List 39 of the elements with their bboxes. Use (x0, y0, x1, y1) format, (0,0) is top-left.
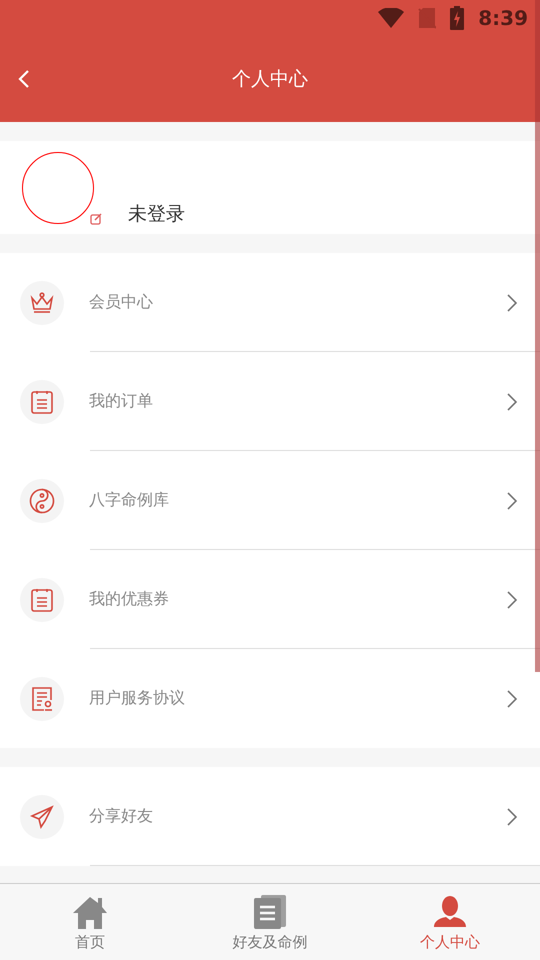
tab[interactable]: 好友及命例 (180, 884, 360, 960)
wifi-icon (378, 8, 404, 28)
status-time: 8:39 (478, 6, 528, 30)
chevron-right-icon (506, 690, 518, 708)
menu-item[interactable]: 我的订单 (0, 352, 540, 451)
menu-label: 会员中心 (89, 292, 154, 313)
menu-label: 我的优惠券 (89, 589, 170, 610)
avatar[interactable] (22, 152, 94, 224)
chevron-right-icon (506, 392, 518, 410)
chevron-right-icon (506, 492, 518, 510)
certificate-icon (30, 686, 54, 712)
document-icon (252, 895, 288, 929)
clipboard-icon (30, 388, 54, 414)
battery-icon (450, 6, 464, 30)
person-icon (432, 895, 468, 929)
menu-label: 用户服务协议 (89, 688, 186, 709)
user-name: 未登录 (128, 202, 185, 227)
back-icon (18, 69, 30, 89)
no-sim-icon (418, 7, 436, 29)
menu-label: 我的订单 (89, 391, 154, 412)
chevron-right-icon (506, 590, 518, 608)
menu-item[interactable]: 我的优惠券 (0, 550, 540, 649)
yin-yang-icon (29, 488, 55, 514)
menu-item[interactable]: 用户服务协议 (0, 649, 540, 748)
crown-icon (30, 292, 54, 314)
clipboard-icon (30, 586, 54, 612)
tab[interactable]: 个人中心 (360, 884, 540, 960)
menu-label: 分享好友 (89, 806, 154, 827)
menu-label: 八字命例库 (89, 490, 170, 511)
page-title: 个人中心 (232, 67, 308, 92)
menu-item[interactable]: 八字命例库 (0, 451, 540, 550)
paper-plane-icon (30, 804, 54, 828)
menu-item[interactable]: 会员中心 (0, 253, 540, 352)
tab[interactable]: 首页 (0, 884, 180, 960)
home-icon (72, 895, 108, 929)
edit-icon[interactable] (90, 213, 102, 225)
chevron-right-icon (506, 294, 518, 312)
chevron-right-icon (506, 808, 518, 826)
menu-item[interactable]: 分享好友 (0, 767, 540, 866)
